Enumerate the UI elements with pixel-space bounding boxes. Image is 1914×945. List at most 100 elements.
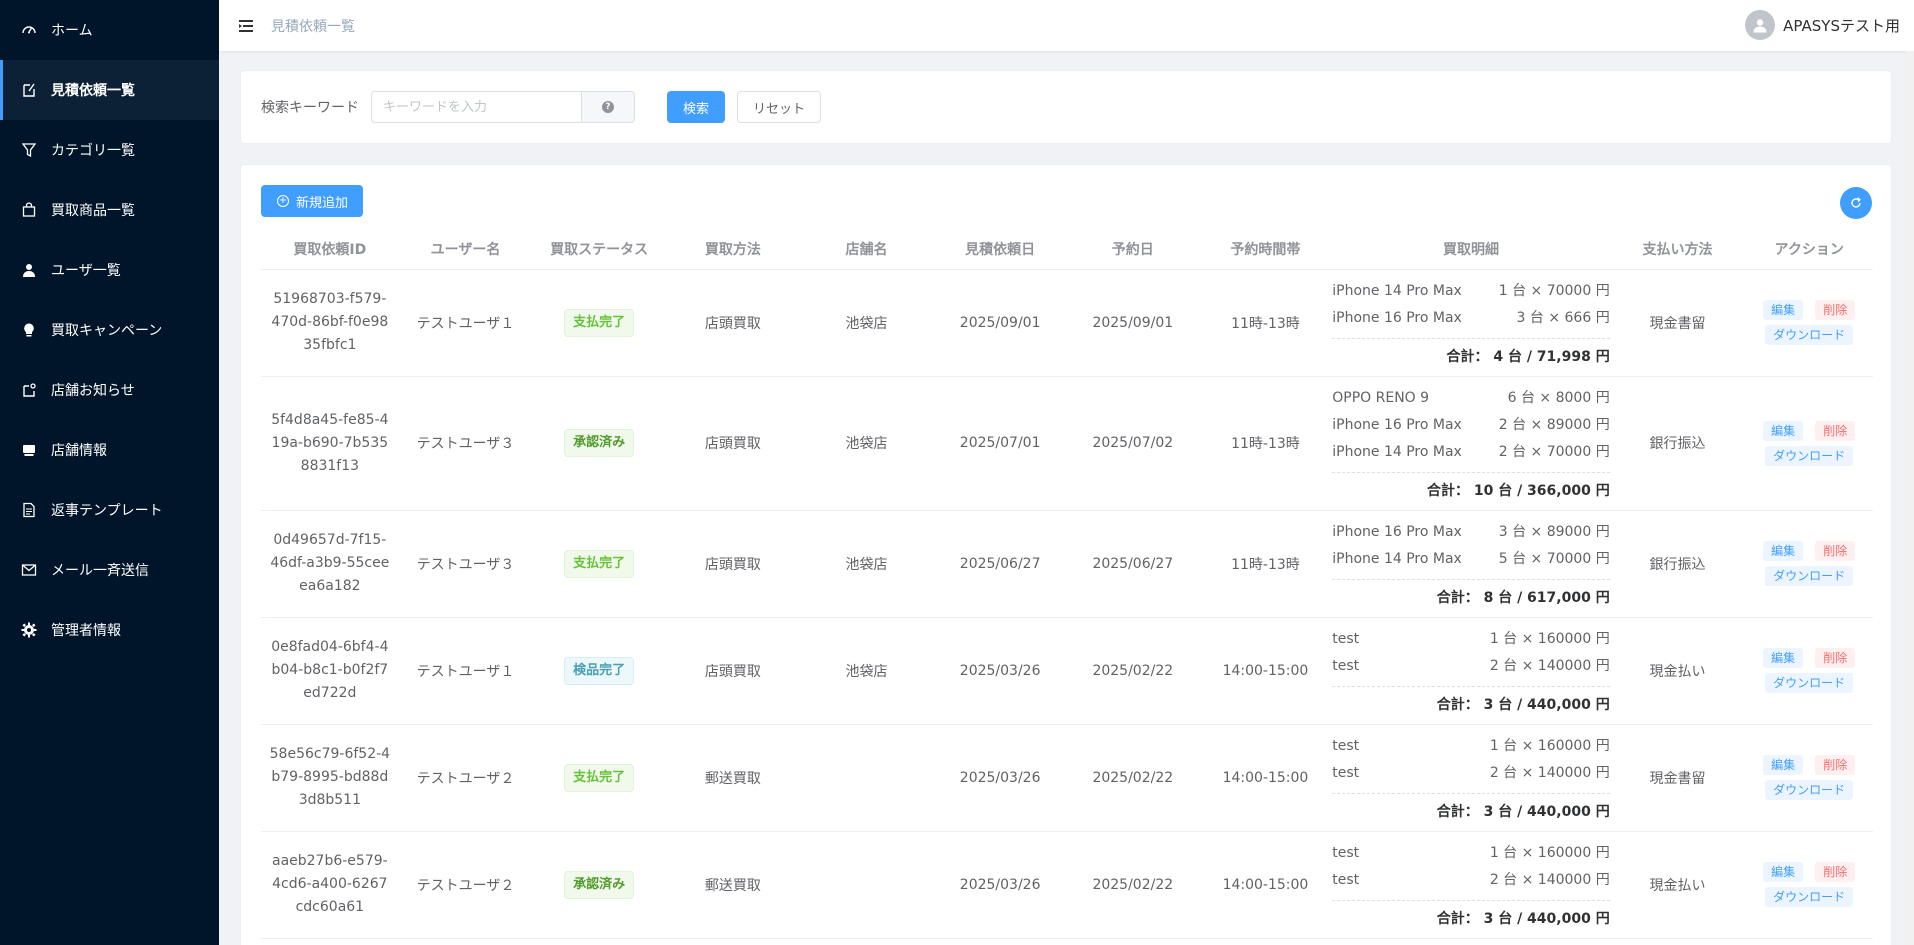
item-qty: 2 台 × 89000 円 bbox=[1498, 416, 1610, 433]
detail-line: iPhone 16 Pro Max 2 台 × 89000 円 bbox=[1332, 412, 1609, 439]
table-row[interactable]: aaeb27b6-e579-4cd6-a400-6267cdc60a61 テストユ… bbox=[261, 831, 1873, 939]
column-header: 店舗名 bbox=[799, 229, 934, 270]
payment-cell: 銀行振込 bbox=[1609, 376, 1746, 511]
sidebar-item-7[interactable]: 店舗情報 bbox=[0, 420, 219, 480]
row-actions: 編集 削除ダウンロード bbox=[1745, 862, 1873, 907]
download-button[interactable]: ダウンロード bbox=[1765, 887, 1854, 907]
delete-button[interactable]: 削除 bbox=[1815, 648, 1856, 668]
row-actions: 編集 削除ダウンロード bbox=[1745, 541, 1873, 586]
sidebar-item-4[interactable]: ユーザ一覧 bbox=[0, 240, 219, 300]
table-row[interactable]: 58e56c79-6f52-4b79-8995-bd88d3d8b511 テストユ… bbox=[261, 724, 1873, 832]
request-id: 5f4d8a45-fe85-419a-b690-7b5358831f13 bbox=[271, 411, 389, 474]
reserve-date-cell: 2025/07/02 bbox=[1066, 376, 1199, 511]
column-header: 買取依頼ID bbox=[261, 229, 399, 270]
reset-button[interactable]: リセット bbox=[737, 91, 822, 123]
item-qty: 2 台 × 140000 円 bbox=[1489, 764, 1610, 781]
sidebar-item-0[interactable]: ホーム bbox=[0, 0, 219, 60]
item-name: iPhone 14 Pro Max bbox=[1332, 443, 1462, 460]
search-button[interactable]: 検索 bbox=[667, 91, 726, 123]
download-button[interactable]: ダウンロード bbox=[1765, 673, 1854, 693]
refresh-icon bbox=[1851, 197, 1861, 208]
item-qty: 3 台 × 666 円 bbox=[1516, 309, 1610, 326]
user-name: APASYSテスト用 bbox=[1783, 16, 1900, 35]
sidebar-item-9[interactable]: メール一斉送信 bbox=[0, 540, 219, 600]
sidebar-item-5[interactable]: 買取キャンペーン bbox=[0, 300, 219, 360]
refresh-button[interactable] bbox=[1840, 187, 1872, 219]
column-header: 買取明細 bbox=[1332, 229, 1610, 270]
hamburger-menu-icon[interactable] bbox=[237, 17, 255, 35]
edit-button[interactable]: 編集 bbox=[1763, 862, 1804, 882]
user-name-cell: テストユーザ２ bbox=[398, 831, 533, 939]
page-scrollbar[interactable] bbox=[1906, 51, 1914, 945]
request-id: aaeb27b6-e579-4cd6-a400-6267cdc60a61 bbox=[271, 853, 388, 915]
download-button[interactable]: ダウンロード bbox=[1765, 445, 1854, 466]
delete-button[interactable]: 削除 bbox=[1815, 755, 1856, 775]
total-prefix: 合計： bbox=[1436, 589, 1479, 606]
sidebar-item-label: カテゴリ一覧 bbox=[51, 143, 135, 159]
status-badge: 承認済み bbox=[564, 429, 635, 457]
item-qty: 6 台 × 8000 円 bbox=[1507, 389, 1610, 406]
delete-button[interactable]: 削除 bbox=[1815, 300, 1856, 320]
help-button[interactable]: ? bbox=[581, 91, 635, 123]
detail-line: test 2 台 × 140000 円 bbox=[1332, 760, 1609, 787]
edit-button[interactable]: 編集 bbox=[1763, 541, 1804, 561]
purchase-details: test 1 台 × 160000 円 test 2 台 × 140000 円合計： … bbox=[1332, 620, 1610, 722]
search-label: 検索キーワード bbox=[261, 100, 359, 116]
method-cell: 店頭買取 bbox=[666, 269, 800, 377]
sidebar-item-6[interactable]: 店舗お知らせ bbox=[0, 360, 219, 420]
delete-button[interactable]: 削除 bbox=[1815, 541, 1856, 561]
table-header-row: 買取依頼ID ユーザー名 買取ステータス 買取方法 店舗名 見積依頼日 予約日 予約時間帯 買取… bbox=[261, 229, 1873, 270]
total-prefix: 合計： bbox=[1436, 910, 1479, 927]
status-badge: 支払完了 bbox=[564, 763, 635, 792]
edit-button[interactable]: 編集 bbox=[1763, 300, 1804, 320]
item-name: iPhone 16 Pro Max bbox=[1332, 523, 1462, 540]
request-date-cell: 2025/03/26 bbox=[933, 617, 1067, 725]
total-value: 3 台 / 440,000 円 bbox=[1483, 910, 1610, 927]
sidebar-item-10[interactable]: 管理者情報 bbox=[0, 600, 219, 660]
detail-total: 合計： 3 台 / 440,000 円 bbox=[1332, 792, 1610, 823]
table-row[interactable]: 51968703-f579-470d-86bf-f0e9835fbfc1 テストユ… bbox=[261, 269, 1873, 377]
detail-line: OPPO RENO 9 6 台 × 8000 円 bbox=[1332, 385, 1609, 412]
user-icon bbox=[21, 262, 37, 278]
filter-icon bbox=[21, 142, 37, 158]
sidebar-item-3[interactable]: 買取商品一覧 bbox=[0, 180, 219, 240]
add-new-button[interactable]: + 新規追加 bbox=[261, 185, 364, 217]
delete-button[interactable]: 削除 bbox=[1815, 862, 1856, 882]
search-input[interactable] bbox=[371, 91, 581, 123]
total-value: 8 台 / 617,000 円 bbox=[1483, 589, 1610, 606]
download-button[interactable]: ダウンロード bbox=[1765, 566, 1854, 586]
gear-icon bbox=[21, 622, 37, 638]
item-qty: 2 台 × 140000 円 bbox=[1489, 871, 1610, 888]
table-row[interactable]: 5f4d8a45-fe85-419a-b690-7b5358831f13 テストユ… bbox=[261, 376, 1873, 511]
row-actions: 編集 削除ダウンロード bbox=[1745, 300, 1873, 345]
download-button[interactable]: ダウンロード bbox=[1765, 325, 1854, 345]
item-name: test bbox=[1332, 871, 1360, 888]
sidebar-item-label: 返事テンプレート bbox=[51, 503, 163, 519]
item-qty: 5 台 × 70000 円 bbox=[1498, 550, 1610, 567]
time-slot-cell: 14:00-15:00 bbox=[1198, 724, 1333, 832]
user-menu[interactable]: APASYSテスト用 bbox=[1745, 10, 1900, 40]
edit-button[interactable]: 編集 bbox=[1763, 420, 1804, 441]
purchase-details: iPhone 16 Pro Max 3 台 × 89000 円 iPhone 14 … bbox=[1332, 513, 1610, 615]
sidebar-item-1[interactable]: 見積依頼一覧 bbox=[0, 60, 219, 120]
table-row[interactable]: 0d49657d-7f15-46df-a3b9-55ceeea6a182 テストユ… bbox=[261, 510, 1873, 618]
item-name: iPhone 16 Pro Max bbox=[1332, 309, 1462, 326]
edit-button[interactable]: 編集 bbox=[1763, 755, 1804, 775]
item-name: OPPO RENO 9 bbox=[1332, 389, 1430, 406]
sidebar-item-label: ユーザ一覧 bbox=[51, 263, 121, 279]
time-slot-cell: 14:00-15:00 bbox=[1198, 617, 1333, 725]
table-row[interactable]: 0e8fad04-6bf4-4b04-b8c1-b0f2f7ed722d テストユ… bbox=[261, 617, 1873, 725]
method-cell: 郵送買取 bbox=[666, 724, 800, 832]
purchase-details: iPhone 14 Pro Max 1 台 × 70000 円 iPhone 16 … bbox=[1332, 272, 1610, 374]
sidebar-item-label: 店舗情報 bbox=[51, 443, 107, 459]
template-icon bbox=[21, 502, 37, 518]
delete-button[interactable]: 削除 bbox=[1815, 420, 1856, 441]
sidebar-item-2[interactable]: カテゴリ一覧 bbox=[0, 120, 219, 180]
row-actions: 編集 削除ダウンロード bbox=[1745, 648, 1873, 693]
request-date-cell: 2025/06/27 bbox=[933, 510, 1067, 618]
sidebar-item-8[interactable]: 返事テンプレート bbox=[0, 480, 219, 540]
download-button[interactable]: ダウンロード bbox=[1765, 780, 1854, 800]
method-cell: 郵送買取 bbox=[666, 831, 800, 939]
edit-button[interactable]: 編集 bbox=[1763, 648, 1804, 668]
item-name: iPhone 16 Pro Max bbox=[1332, 416, 1462, 433]
